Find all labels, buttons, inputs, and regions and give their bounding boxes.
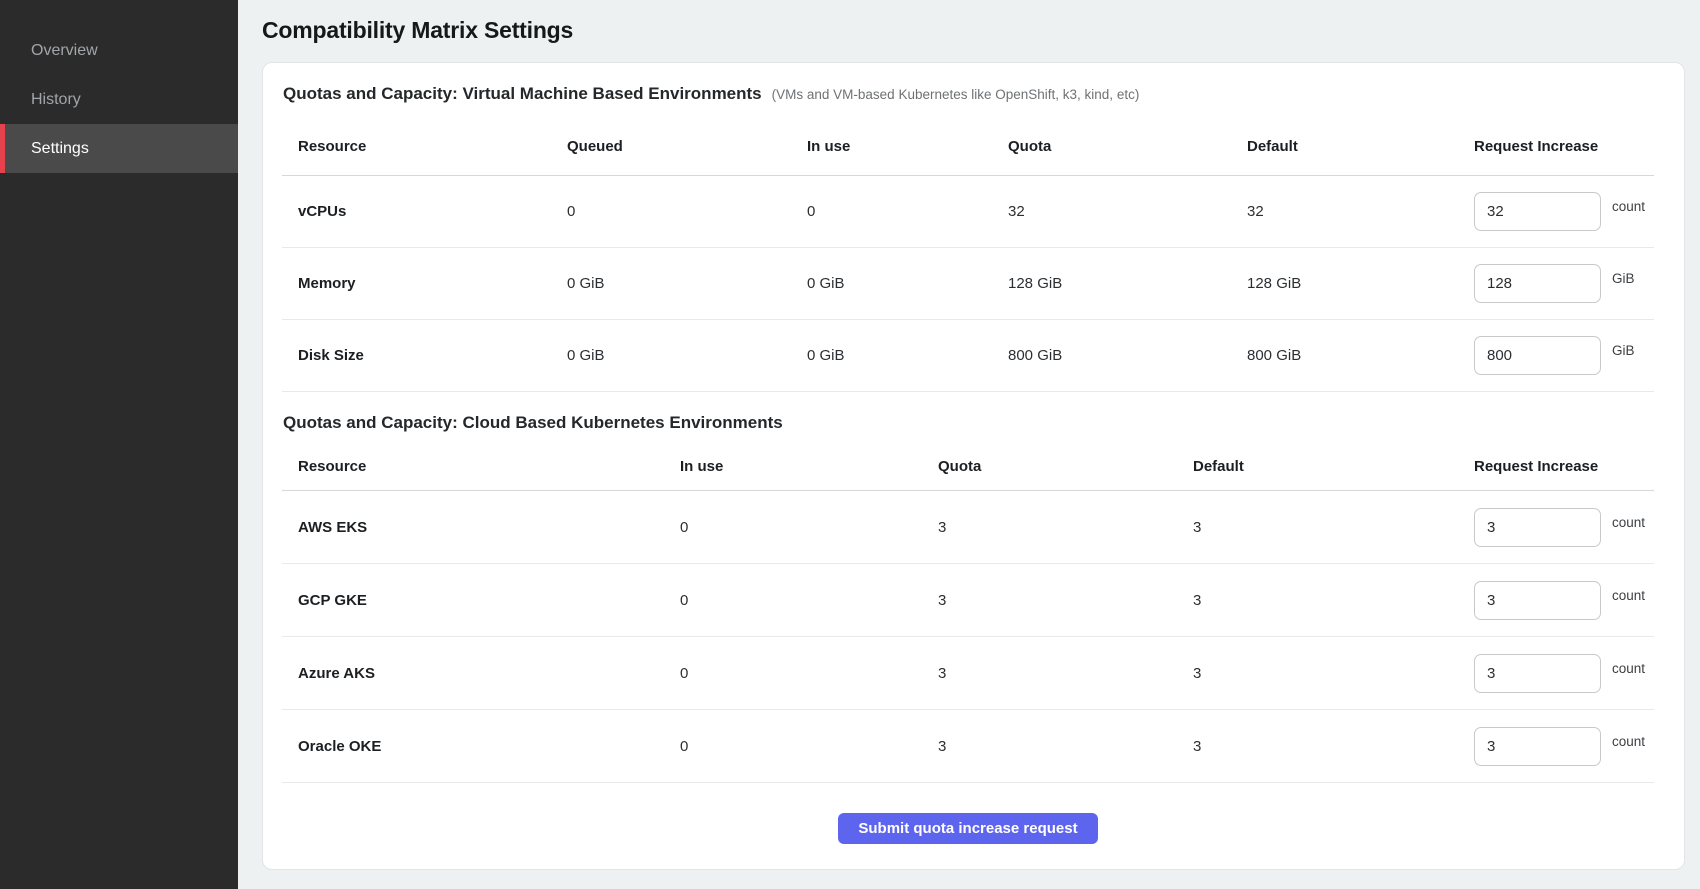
settings-card: Quotas and Capacity: Virtual Machine Bas… [262,62,1685,870]
table-row: GCP GKE033count [282,564,1654,637]
column-header-quota: Quota [938,458,1193,475]
cell-value: 3 [1193,665,1474,682]
cell-resource: Azure AKS [282,665,680,682]
main-content: Compatibility Matrix Settings Quotas and… [238,0,1700,889]
vm-table-body: vCPUs003232countMemory0 GiB0 GiB128 GiB1… [282,176,1654,392]
column-header-in-use: In use [807,138,1008,155]
request-increase-input[interactable] [1474,336,1601,375]
column-header-resource: Resource [282,138,567,155]
table-row: AWS EKS033count [282,491,1654,564]
cell-value: 800 GiB [1008,347,1247,364]
cell-resource: AWS EKS [282,519,680,536]
vm-section-note: (VMs and VM-based Kubernetes like OpenSh… [772,87,1140,102]
column-header-default: Default [1193,458,1474,475]
cell-value: 0 [680,592,938,609]
unit-label: GiB [1612,271,1635,286]
cell-value: 128 GiB [1008,275,1247,292]
cell-value: 0 [807,203,1008,220]
request-increase-input[interactable] [1474,581,1601,620]
table-row: Memory0 GiB0 GiB128 GiB128 GiBGiB [282,248,1654,320]
cell-value: 3 [1193,738,1474,755]
k8s-section-title: Quotas and Capacity: Cloud Based Kuberne… [283,413,783,433]
column-header-request-increase: Request Increase [1474,138,1654,155]
cell-value: 0 GiB [807,275,1008,292]
request-increase-cell: GiB [1474,264,1654,303]
cell-resource: Memory [282,275,567,292]
cell-value: 0 [680,519,938,536]
cell-value: 0 [567,203,807,220]
column-header-quota: Quota [1008,138,1247,155]
cell-value: 3 [938,738,1193,755]
unit-label: count [1612,588,1645,603]
request-increase-cell: GiB [1474,336,1654,375]
cell-value: 800 GiB [1247,347,1474,364]
vm-table-header: ResourceQueuedIn useQuotaDefaultRequest … [282,110,1654,176]
app-root: OverviewHistorySettings Compatibility Ma… [0,0,1700,889]
cell-value: 128 GiB [1247,275,1474,292]
request-increase-cell: count [1474,581,1654,620]
cell-value: 0 GiB [807,347,1008,364]
cell-resource: GCP GKE [282,592,680,609]
cell-value: 3 [938,665,1193,682]
table-row: Azure AKS033count [282,637,1654,710]
unit-label: GiB [1612,343,1635,358]
request-increase-input[interactable] [1474,654,1601,693]
page-title: Compatibility Matrix Settings [262,17,573,44]
unit-label: count [1612,515,1645,530]
sidebar-item-settings[interactable]: Settings [0,124,238,173]
sidebar-item-history[interactable]: History [0,75,238,124]
cell-resource: vCPUs [282,203,567,220]
unit-label: count [1612,734,1645,749]
column-header-resource: Resource [282,458,680,475]
vm-section-title: Quotas and Capacity: Virtual Machine Bas… [283,84,762,104]
cell-value: 0 GiB [567,347,807,364]
request-increase-input[interactable] [1474,727,1601,766]
column-header-in-use: In use [680,458,938,475]
cell-value: 3 [938,592,1193,609]
request-increase-input[interactable] [1474,264,1601,303]
column-header-queued: Queued [567,138,807,155]
vm-section-header: Quotas and Capacity: Virtual Machine Bas… [282,84,1654,110]
cell-value: 32 [1008,203,1247,220]
cell-resource: Oracle OKE [282,738,680,755]
sidebar: OverviewHistorySettings [0,0,238,889]
unit-label: count [1612,661,1645,676]
submit-row: Submit quota increase request [282,813,1654,844]
cell-value: 0 [680,665,938,682]
sidebar-item-overview[interactable]: Overview [0,26,238,75]
k8s-table-body: AWS EKS033countGCP GKE033countAzure AKS0… [282,491,1654,783]
k8s-section-header: Quotas and Capacity: Cloud Based Kuberne… [282,413,1654,439]
cell-resource: Disk Size [282,347,567,364]
unit-label: count [1612,199,1645,214]
cell-value: 3 [938,519,1193,536]
request-increase-input[interactable] [1474,192,1601,231]
request-increase-input[interactable] [1474,508,1601,547]
table-row: Oracle OKE033count [282,710,1654,783]
column-header-request-increase: Request Increase [1474,458,1654,475]
request-increase-cell: count [1474,192,1654,231]
table-row: Disk Size0 GiB0 GiB800 GiB800 GiBGiB [282,320,1654,392]
cell-value: 3 [1193,592,1474,609]
cell-value: 3 [1193,519,1474,536]
request-increase-cell: count [1474,727,1654,766]
cell-value: 0 [680,738,938,755]
column-header-default: Default [1247,138,1474,155]
request-increase-cell: count [1474,508,1654,547]
request-increase-cell: count [1474,654,1654,693]
table-row: vCPUs003232count [282,176,1654,248]
k8s-table-header: ResourceIn useQuotaDefaultRequest Increa… [282,439,1654,491]
cell-value: 32 [1247,203,1474,220]
cell-value: 0 GiB [567,275,807,292]
submit-quota-button[interactable]: Submit quota increase request [838,813,1097,844]
